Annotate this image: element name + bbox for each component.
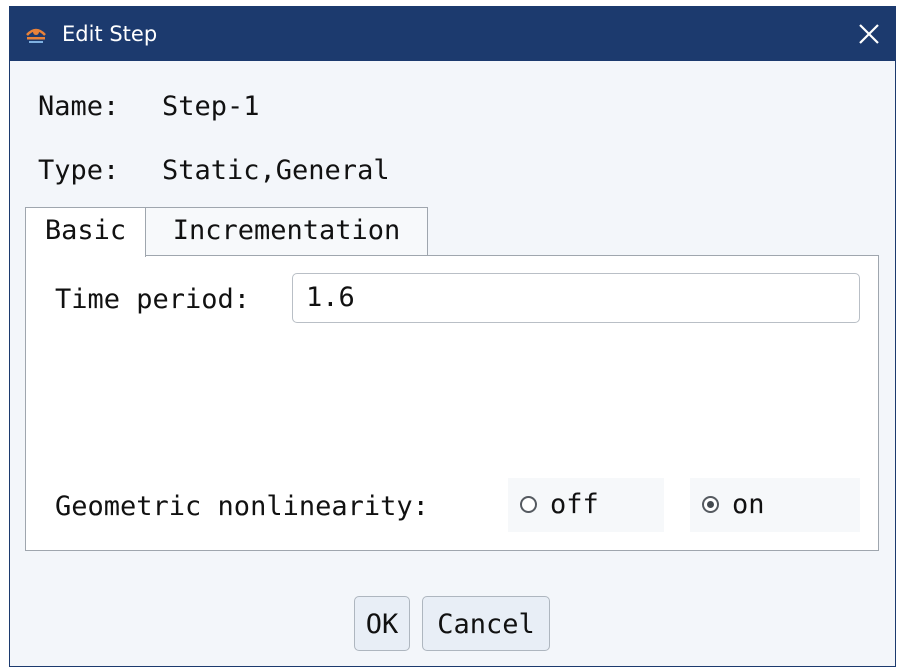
window-title: Edit Step — [62, 22, 158, 46]
radio-unselected-icon — [520, 496, 537, 513]
tab-incrementation[interactable]: Incrementation — [145, 207, 428, 255]
close-icon[interactable] — [853, 18, 885, 50]
geometric-nonlinearity-label: Geometric nonlinearity: — [55, 491, 429, 522]
app-logo-icon — [24, 23, 48, 45]
type-label: Type: — [38, 155, 120, 186]
geom-nonlin-off-radio[interactable]: off — [508, 478, 664, 532]
tab-basic[interactable]: Basic — [25, 207, 146, 257]
cancel-button[interactable]: Cancel — [422, 596, 550, 651]
title-bar[interactable]: Edit Step — [10, 7, 895, 61]
time-period-label: Time period: — [55, 284, 251, 315]
radio-selected-icon — [702, 496, 719, 513]
geom-nonlin-on-radio[interactable]: on — [690, 478, 860, 532]
radio-on-label: on — [732, 489, 765, 520]
name-label: Name: — [38, 91, 120, 122]
ok-button[interactable]: OK — [354, 596, 410, 651]
basic-tab-panel: Time period: 1.6 Geometric nonlinearity:… — [25, 255, 879, 551]
edit-step-dialog: Edit Step Name: Step-1 Type: Static,Gene… — [9, 6, 896, 667]
type-value: Static,General — [162, 155, 390, 186]
name-value: Step-1 — [162, 91, 260, 122]
radio-off-label: off — [550, 489, 599, 520]
tab-incrementation-label: Incrementation — [172, 215, 401, 246]
time-period-input[interactable]: 1.6 — [292, 273, 860, 323]
tab-basic-label: Basic — [44, 215, 127, 246]
